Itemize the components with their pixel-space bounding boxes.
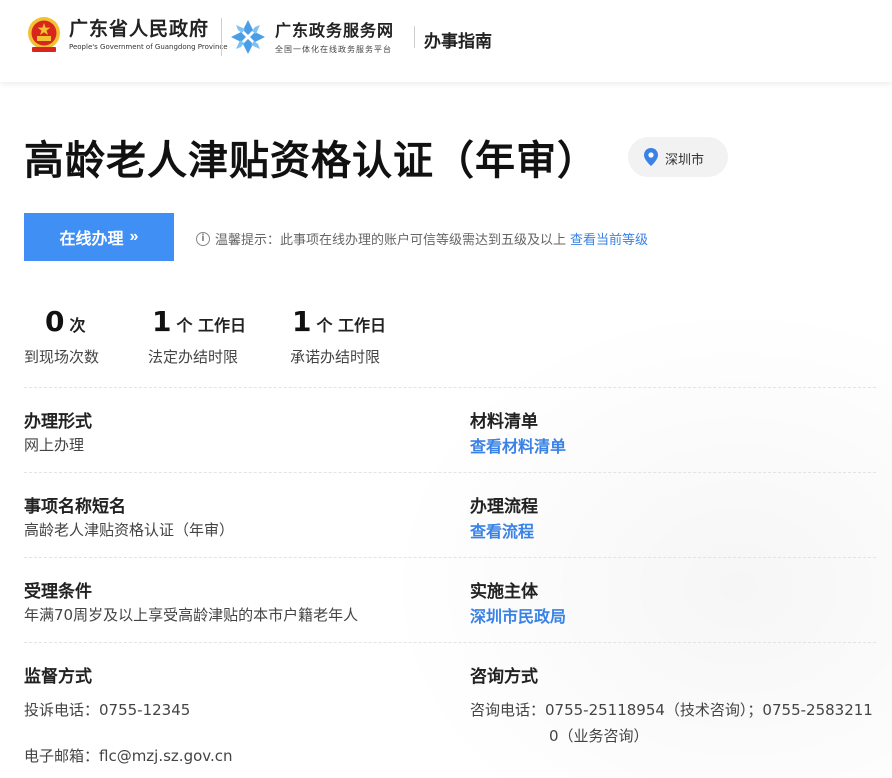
- consult-phone-line1: 咨询电话：0755-25118954（技术咨询）；0755-2583211: [470, 701, 873, 719]
- stat-visits: 0次 到现场次数: [24, 305, 99, 367]
- city-label: 深圳市: [665, 153, 705, 168]
- handling-form-value: 网上办理: [24, 436, 85, 454]
- agency-link[interactable]: 深圳市民政局: [470, 603, 566, 627]
- email-address: 电子邮箱：flc@mzj.sz.gov.cn: [24, 747, 233, 765]
- divider: [24, 642, 876, 643]
- stat-legal-limit: 1个 工作日 法定办结时限: [148, 305, 246, 367]
- divider: [24, 472, 876, 473]
- process-title: 办理流程: [470, 497, 538, 517]
- stat-label: 到现场次数: [24, 348, 100, 366]
- complaint-phone: 投诉电话：0755-12345: [24, 701, 191, 719]
- consult-phone-line2: 0（业务咨询）: [549, 727, 649, 745]
- service-subtitle: 全国一体化在线政务服务平台: [275, 45, 392, 54]
- section-title: 办事指南: [424, 32, 492, 52]
- divider: [24, 557, 876, 558]
- stat-label: 承诺办结时限: [290, 348, 381, 366]
- tip-text: 温馨提示：此事项在线办理的账户可信等级需达到五级及以上: [215, 233, 567, 248]
- conditions-value: 年满70周岁及以上享受高龄津贴的本市户籍老年人: [24, 606, 359, 624]
- supervision-title: 监督方式: [24, 667, 92, 687]
- page-title: 高龄老人津贴资格认证（年审）: [24, 138, 598, 184]
- online-apply-button[interactable]: 在线办理 »: [24, 213, 174, 261]
- double-chevron-icon: »: [129, 228, 139, 245]
- agency-title: 实施主体: [470, 582, 538, 602]
- conditions-title: 受理条件: [24, 582, 92, 602]
- national-emblem-icon: [28, 17, 60, 52]
- stat-unit: 个 工作日: [316, 316, 387, 335]
- view-materials-link[interactable]: 查看材料清单: [470, 433, 566, 457]
- online-apply-label: 在线办理: [59, 231, 124, 248]
- stat-number: 1: [152, 305, 172, 338]
- header-divider: [221, 18, 222, 56]
- handling-form-title: 办理形式: [24, 412, 92, 432]
- stat-unit: 个 工作日: [176, 316, 247, 335]
- consult-title: 咨询方式: [470, 667, 538, 687]
- gov-name-en: People's Government of Guangdong Provinc…: [69, 43, 228, 51]
- materials-title: 材料清单: [470, 412, 538, 432]
- short-name-title: 事项名称短名: [24, 497, 126, 517]
- stat-number: 1: [292, 305, 312, 338]
- stat-label: 法定办结时限: [148, 348, 239, 366]
- tip-notice: i 温馨提示：此事项在线办理的账户可信等级需达到五级及以上 查看当前等级: [196, 229, 648, 248]
- view-process-link[interactable]: 查看流程: [470, 518, 534, 542]
- location-pin-icon: [644, 148, 658, 166]
- gov-name[interactable]: 广东省人民政府: [69, 14, 209, 41]
- short-name-value: 高龄老人津贴资格认证（年审）: [24, 521, 235, 539]
- stat-unit: 次: [69, 316, 86, 335]
- header-divider: [414, 26, 415, 48]
- stat-number: 0: [45, 305, 65, 338]
- stat-promised-limit: 1个 工作日 承诺办结时限: [290, 305, 386, 367]
- service-name[interactable]: 广东政务服务网: [275, 17, 394, 41]
- view-level-link[interactable]: 查看当前等级: [570, 229, 648, 248]
- service-logo-icon: [231, 20, 265, 54]
- city-badge[interactable]: 深圳市: [628, 137, 728, 177]
- consult-phone: 咨询电话：0755-25118954（技术咨询）；0755-2583211 0（…: [470, 697, 880, 749]
- info-icon: i: [196, 231, 210, 246]
- site-header: 广东省人民政府 People's Government of Guangdong…: [0, 0, 892, 82]
- divider: [24, 387, 876, 388]
